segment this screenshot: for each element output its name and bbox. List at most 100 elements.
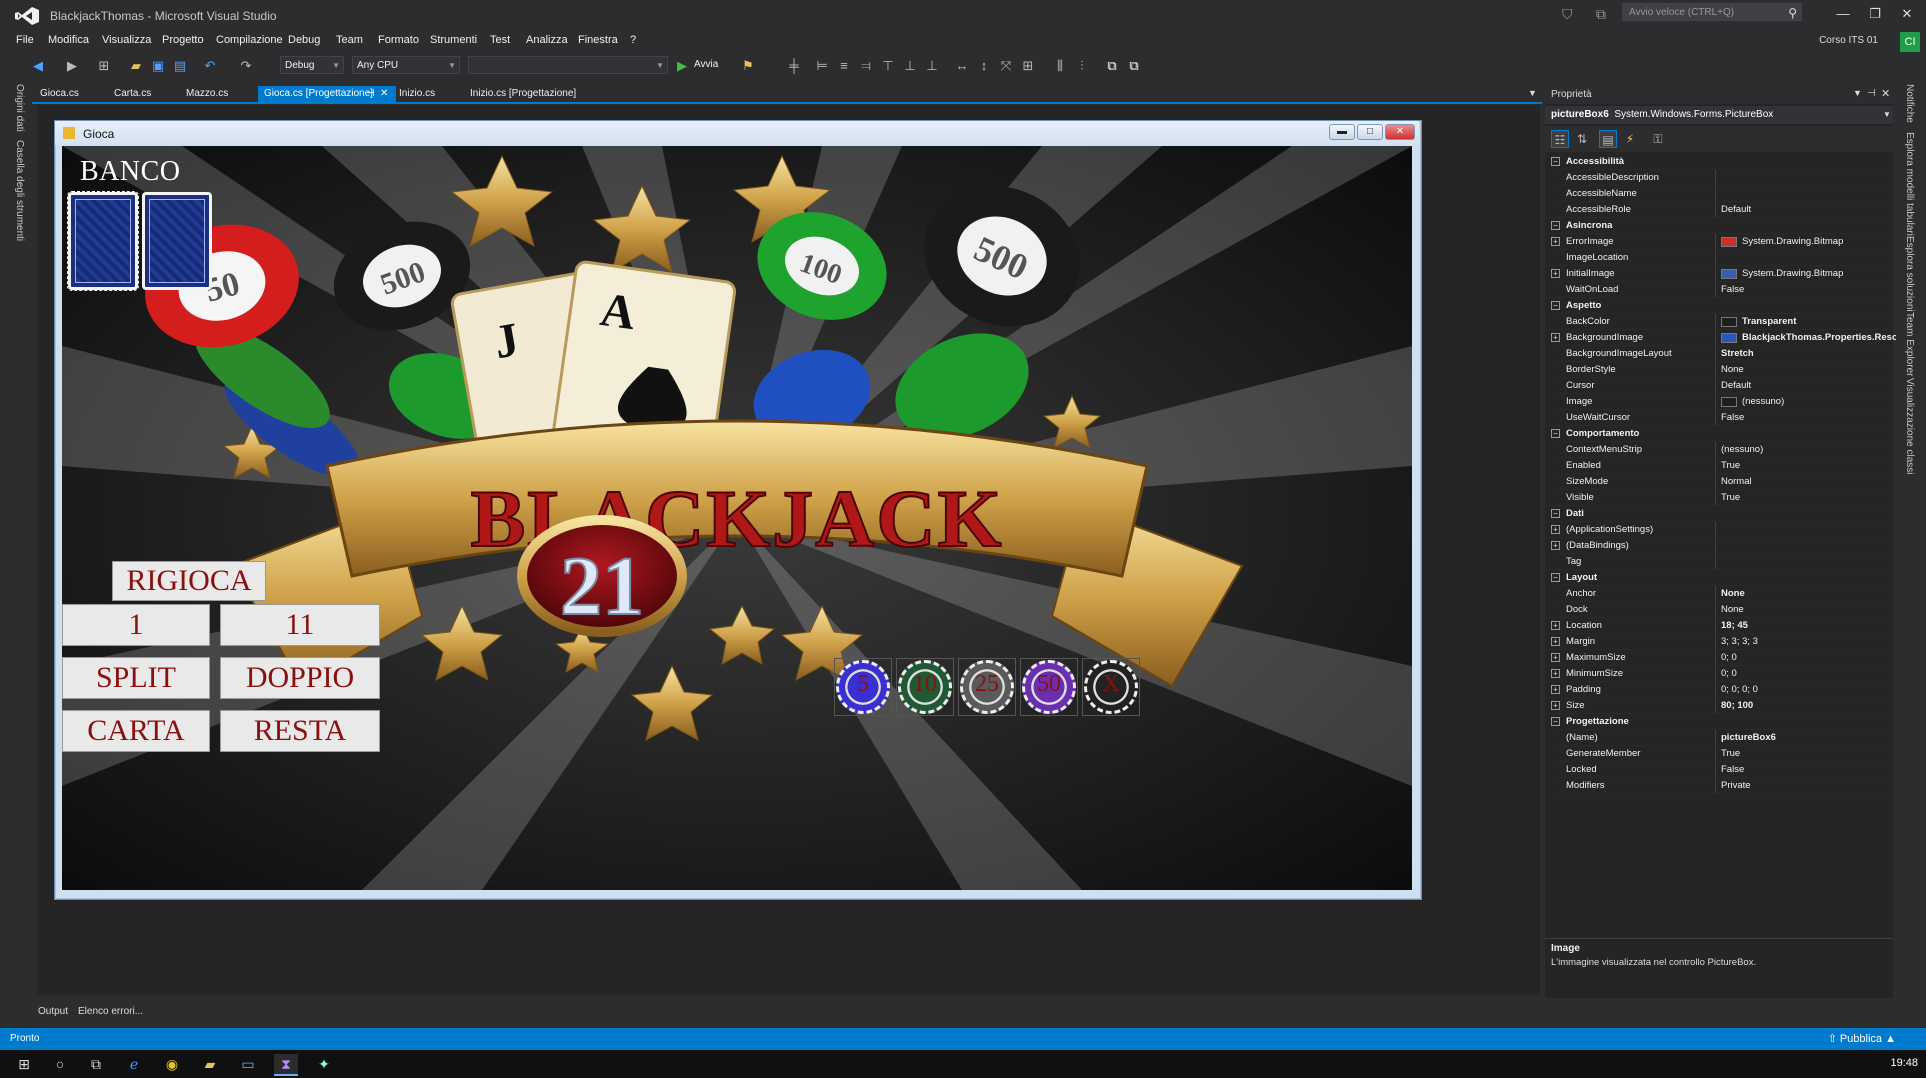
avatar[interactable]: CI [1900, 32, 1920, 52]
app-taskbar-icon[interactable]: ✦ [312, 1054, 336, 1074]
property-row[interactable]: Visible True [1545, 490, 1893, 506]
property-value[interactable]: Default [1721, 378, 1751, 393]
align-bottom-icon[interactable]: ⊥ [924, 58, 940, 74]
send-back-icon[interactable]: ⧉ [1126, 58, 1142, 74]
property-value[interactable]: Transparent [1742, 314, 1796, 329]
bet-chip-5[interactable]: 5 [834, 658, 892, 716]
output-tab[interactable]: Output [38, 1006, 68, 1017]
ace-eleven-button[interactable]: 11 [220, 604, 380, 646]
property-row[interactable]: Enabled True [1545, 458, 1893, 474]
property-row[interactable]: Anchor None [1545, 586, 1893, 602]
align-center-icon[interactable]: ≡ [836, 58, 852, 74]
property-category[interactable]: − Asincrona [1545, 218, 1893, 234]
feedback-filter-icon[interactable]: ⛉ [1562, 6, 1580, 24]
align-left-icon[interactable]: ⊨ [814, 58, 830, 74]
property-value[interactable]: True [1721, 746, 1740, 761]
collapse-icon[interactable]: − [1551, 157, 1560, 166]
menu-file[interactable]: File [16, 34, 34, 46]
property-value[interactable]: 80; 100 [1721, 698, 1753, 713]
property-row[interactable]: GenerateMember True [1545, 746, 1893, 762]
property-row[interactable]: BackgroundImageLayout Stretch [1545, 346, 1893, 362]
property-value[interactable]: pictureBox6 [1721, 730, 1776, 745]
notifications-tab[interactable]: Notifiche [1904, 84, 1915, 123]
error-list-tab[interactable]: Elenco errori... [78, 1006, 143, 1017]
align-right-icon[interactable]: ⫤ [858, 58, 874, 74]
same-size-icon[interactable]: ⤧ [998, 58, 1014, 74]
property-value[interactable]: None [1721, 586, 1745, 601]
expand-icon[interactable]: + [1551, 701, 1560, 710]
property-value[interactable]: BlackjackThomas.Properties.Resou [1742, 330, 1904, 345]
align-icon[interactable]: ╪ [786, 58, 802, 74]
collapse-icon[interactable]: − [1551, 717, 1560, 726]
menu-progetto[interactable]: Progetto [162, 34, 204, 46]
property-row[interactable]: + BackgroundImage BlackjackThomas.Properti… [1545, 330, 1904, 346]
property-category[interactable]: − Dati [1545, 506, 1893, 522]
alphabetical-icon[interactable]: ⇅ [1573, 130, 1591, 148]
property-value[interactable]: 3; 3; 3; 3 [1721, 634, 1758, 649]
expand-icon[interactable]: + [1551, 685, 1560, 694]
tabular-models-tab[interactable]: Esplora modelli tabulari [1904, 132, 1915, 236]
panel-menu-icon[interactable]: ▼ [1853, 88, 1862, 98]
split-button[interactable]: SPLIT [62, 657, 210, 699]
collapse-icon[interactable]: − [1551, 429, 1560, 438]
expand-icon[interactable]: + [1551, 269, 1560, 278]
carta-button[interactable]: CARTA [62, 710, 210, 752]
property-value[interactable]: System.Drawing.Bitmap [1742, 266, 1843, 281]
object-selector[interactable]: pictureBox6 System.Windows.Forms.Picture… [1545, 106, 1893, 124]
property-row[interactable]: BackColor Transparent [1545, 314, 1893, 330]
windows-start-icon[interactable]: ⊞ [12, 1054, 36, 1074]
quick-launch-input[interactable]: Avvio veloce (CTRL+Q) ⚲ [1622, 3, 1802, 21]
configuration-select[interactable]: Debug ▼ [280, 56, 344, 74]
property-pages-icon[interactable]: ⚿ [1649, 130, 1667, 148]
chrome-icon[interactable]: ◉ [160, 1054, 184, 1074]
collapse-icon[interactable]: − [1551, 573, 1560, 582]
new-project-icon[interactable]: ⊞ [96, 58, 112, 74]
property-row[interactable]: UseWaitCursor False [1545, 410, 1893, 426]
dealer-card-1[interactable] [67, 191, 139, 291]
property-row[interactable]: + Margin 3; 3; 3; 3 [1545, 634, 1893, 650]
property-row[interactable]: SizeMode Normal [1545, 474, 1893, 490]
bet-chip-X[interactable]: X [1082, 658, 1140, 716]
pin-icon[interactable]: ⊣ [366, 86, 375, 102]
menu-formato[interactable]: Formato [378, 34, 419, 46]
properties-icon[interactable]: ▤ [1599, 130, 1617, 148]
property-row[interactable]: ImageLocation [1545, 250, 1893, 266]
property-row[interactable]: AccessibleRole Default [1545, 202, 1893, 218]
property-row[interactable]: WaitOnLoad False [1545, 282, 1893, 298]
expand-icon[interactable]: + [1551, 621, 1560, 630]
property-category[interactable]: − Aspetto [1545, 298, 1893, 314]
property-value[interactable]: 0; 0 [1721, 650, 1737, 665]
property-row[interactable]: + MinimumSize 0; 0 [1545, 666, 1893, 682]
property-row[interactable]: BorderStyle None [1545, 362, 1893, 378]
account-name[interactable]: Corso ITS 01 [1819, 35, 1878, 46]
form-close-button[interactable]: ✕ [1385, 124, 1415, 140]
ace-one-button[interactable]: 1 [62, 604, 210, 646]
property-category[interactable]: − Progettazione [1545, 714, 1893, 730]
cortana-icon[interactable]: ○ [48, 1054, 72, 1074]
close-icon[interactable]: ✕ [1881, 87, 1890, 100]
property-value[interactable]: None [1721, 362, 1744, 377]
back-icon[interactable]: ◀ [30, 58, 46, 74]
property-value[interactable]: (nessuno) [1721, 442, 1763, 457]
visual-studio-taskbar-icon[interactable]: ⧗ [274, 1054, 298, 1076]
property-row[interactable]: AccessibleDescription [1545, 170, 1893, 186]
publish-button[interactable]: ⇧ Pubblica ▲ [1828, 1032, 1896, 1045]
form-maximize-button[interactable]: □ [1357, 124, 1383, 140]
property-row[interactable]: ContextMenuStrip (nessuno) [1545, 442, 1893, 458]
property-category[interactable]: − Layout [1545, 570, 1893, 586]
property-row[interactable]: Locked False [1545, 762, 1893, 778]
tab-gioca-cs[interactable]: Gioca.cs [34, 86, 85, 102]
start-button[interactable]: Avvia [694, 59, 718, 70]
same-width-icon[interactable]: ↔ [954, 58, 970, 74]
start-icon[interactable]: ▶ [674, 58, 690, 74]
align-top-icon[interactable]: ⊤ [880, 58, 896, 74]
solution-explorer-tab[interactable]: Esplora soluzioni [1904, 236, 1915, 312]
property-value[interactable]: True [1721, 490, 1740, 505]
notifications-icon[interactable]: ⧉ [1596, 6, 1606, 23]
property-row[interactable]: + Location 18; 45 [1545, 618, 1893, 634]
maximize-button[interactable]: ❐ [1860, 4, 1890, 24]
property-row[interactable]: + MaximumSize 0; 0 [1545, 650, 1893, 666]
categorized-icon[interactable]: ☷ [1551, 130, 1569, 148]
resta-button[interactable]: RESTA [220, 710, 380, 752]
save-all-icon[interactable]: ▤ [172, 58, 188, 74]
